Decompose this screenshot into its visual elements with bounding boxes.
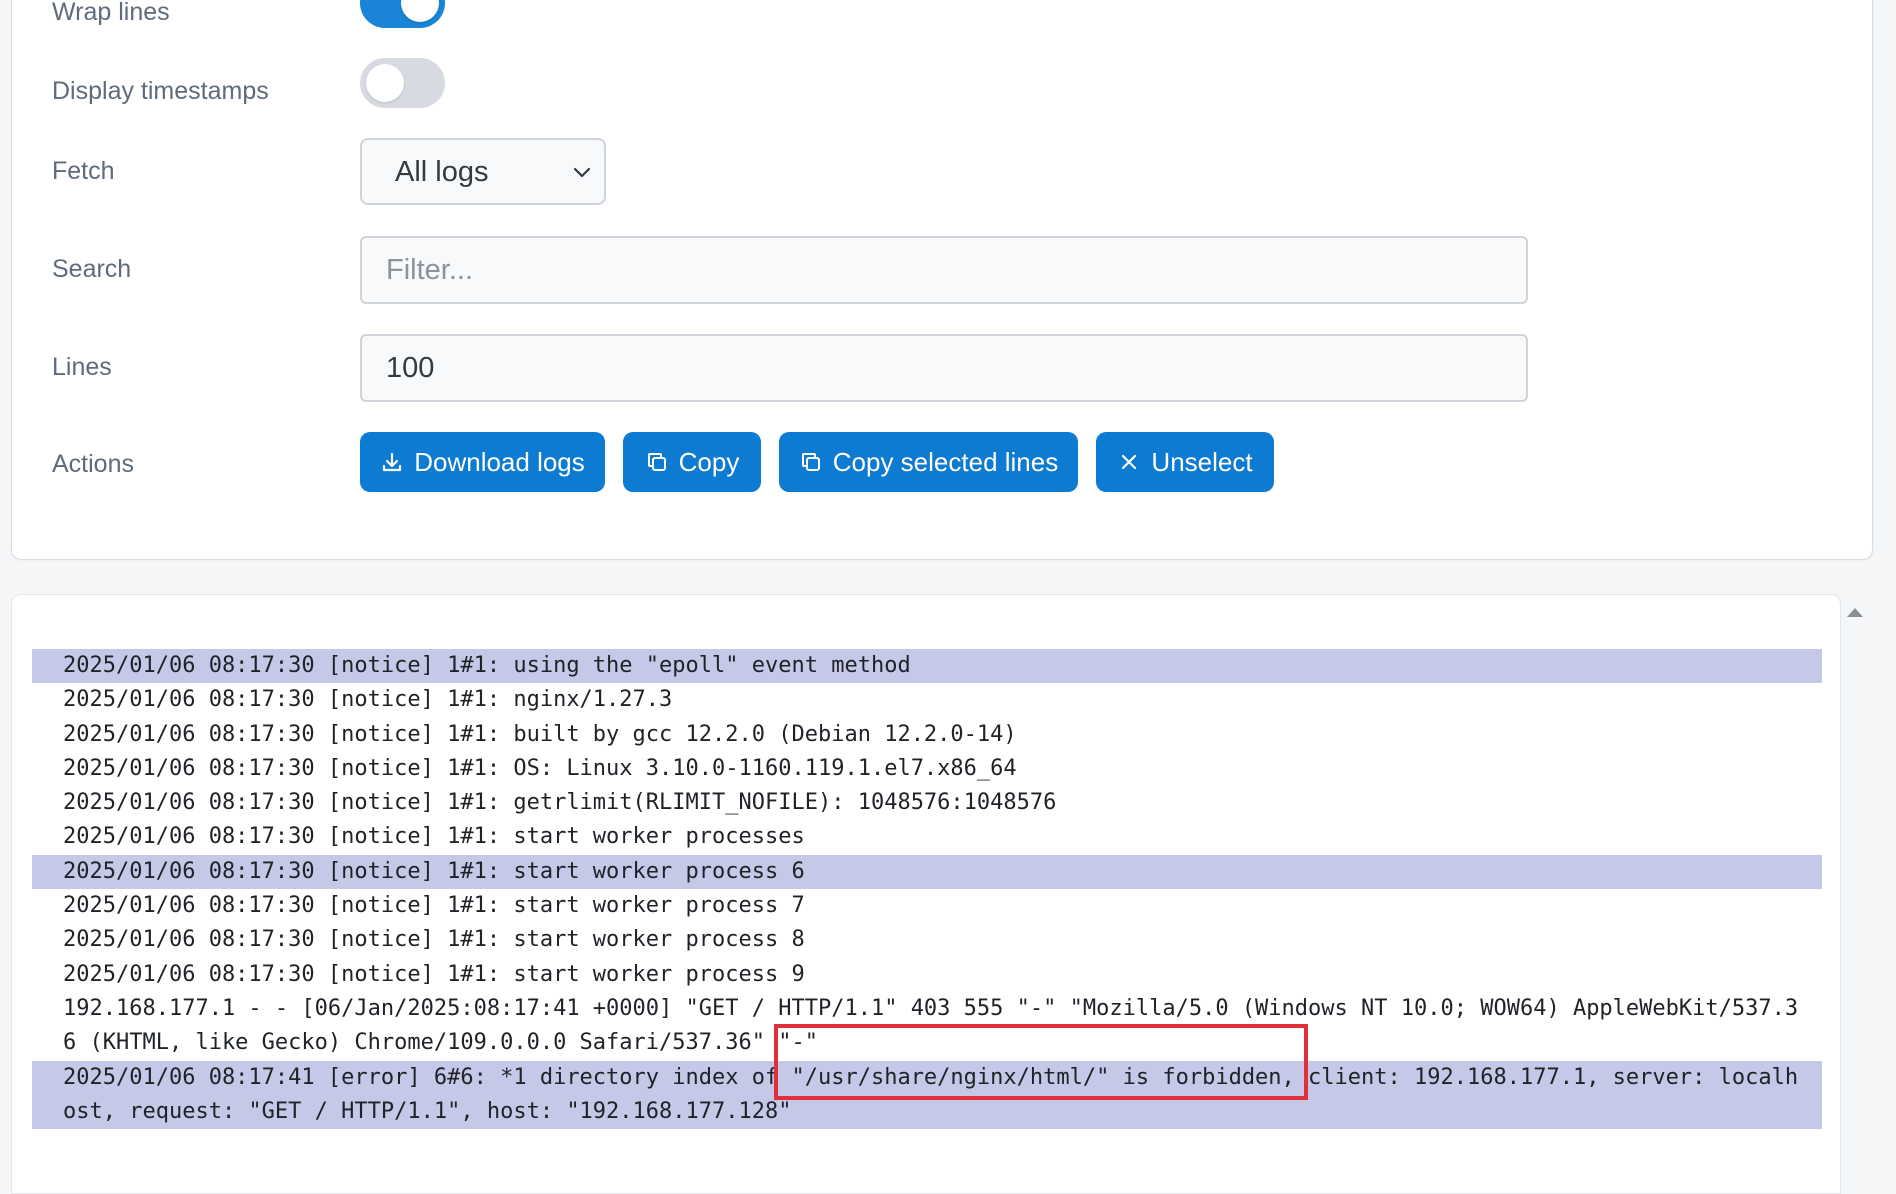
fetch-select[interactable]: All logs xyxy=(360,138,606,205)
log-line[interactable]: 2025/01/06 08:17:30 [notice] 1#1: start … xyxy=(32,958,1822,992)
fetch-label: Fetch xyxy=(52,157,115,185)
copy-icon xyxy=(645,450,669,474)
log-line[interactable]: 2025/01/06 08:17:30 [notice] 1#1: start … xyxy=(32,923,1822,957)
fetch-select-value: All logs xyxy=(395,156,489,188)
toggle-knob xyxy=(401,0,439,22)
log-line[interactable]: 2025/01/06 08:17:30 [notice] 1#1: start … xyxy=(32,820,1822,854)
scroll-up-arrow-icon[interactable] xyxy=(1847,608,1863,617)
copy-selected-lines-button[interactable]: Copy selected lines xyxy=(779,432,1078,492)
log-line[interactable]: 2025/01/06 08:17:30 [notice] 1#1: start … xyxy=(32,889,1822,923)
log-line[interactable]: 2025/01/06 08:17:30 [notice] 1#1: using … xyxy=(32,649,1822,684)
actions-label: Actions xyxy=(52,450,134,478)
download-icon xyxy=(380,450,404,474)
wrap-lines-toggle[interactable] xyxy=(360,0,445,28)
wrap-lines-label: Wrap lines xyxy=(52,0,170,26)
chevron-down-icon xyxy=(573,167,591,178)
search-input[interactable] xyxy=(360,236,1528,304)
download-logs-button[interactable]: Download logs xyxy=(360,432,605,492)
log-line[interactable]: 2025/01/06 08:17:30 [notice] 1#1: nginx/… xyxy=(32,683,1822,717)
display-timestamps-toggle[interactable] xyxy=(360,58,445,108)
log-scrollbar[interactable] xyxy=(1841,594,1871,1170)
lines-label: Lines xyxy=(52,353,112,381)
copy-label: Copy xyxy=(678,446,740,477)
log-line[interactable]: 2025/01/06 08:17:30 [notice] 1#1: built … xyxy=(32,718,1822,752)
log-line[interactable]: 2025/01/06 08:17:30 [notice] 1#1: start … xyxy=(32,854,1822,890)
log-line[interactable]: 2025/01/06 08:17:30 [notice] 1#1: OS: Li… xyxy=(32,752,1822,786)
unselect-button[interactable]: Unselect xyxy=(1096,432,1274,492)
copy-icon xyxy=(799,450,823,474)
log-line[interactable]: 2025/01/06 08:17:30 [notice] 1#1: getrli… xyxy=(32,786,1822,820)
log-line[interactable]: 2025/01/06 08:17:41 [error] 6#6: *1 dire… xyxy=(32,1060,1822,1130)
download-logs-label: Download logs xyxy=(414,446,585,477)
lines-input[interactable] xyxy=(360,334,1528,402)
close-icon xyxy=(1117,450,1141,474)
log-settings-card: Wrap lines Display timestamps Fetch All … xyxy=(11,0,1873,560)
toggle-knob xyxy=(366,64,404,102)
log-line[interactable]: 192.168.177.1 - - [06/Jan/2025:08:17:41 … xyxy=(32,992,1822,1061)
copy-button[interactable]: Copy xyxy=(623,432,761,492)
unselect-label: Unselect xyxy=(1151,446,1253,477)
display-timestamps-label: Display timestamps xyxy=(52,77,269,105)
copy-selected-lines-label: Copy selected lines xyxy=(832,446,1059,477)
log-lines: 2025/01/06 08:17:30 [notice] 1#1: using … xyxy=(32,649,1822,1130)
search-label: Search xyxy=(52,255,132,283)
log-output-panel: 2025/01/06 08:17:30 [notice] 1#1: using … xyxy=(11,594,1841,1194)
